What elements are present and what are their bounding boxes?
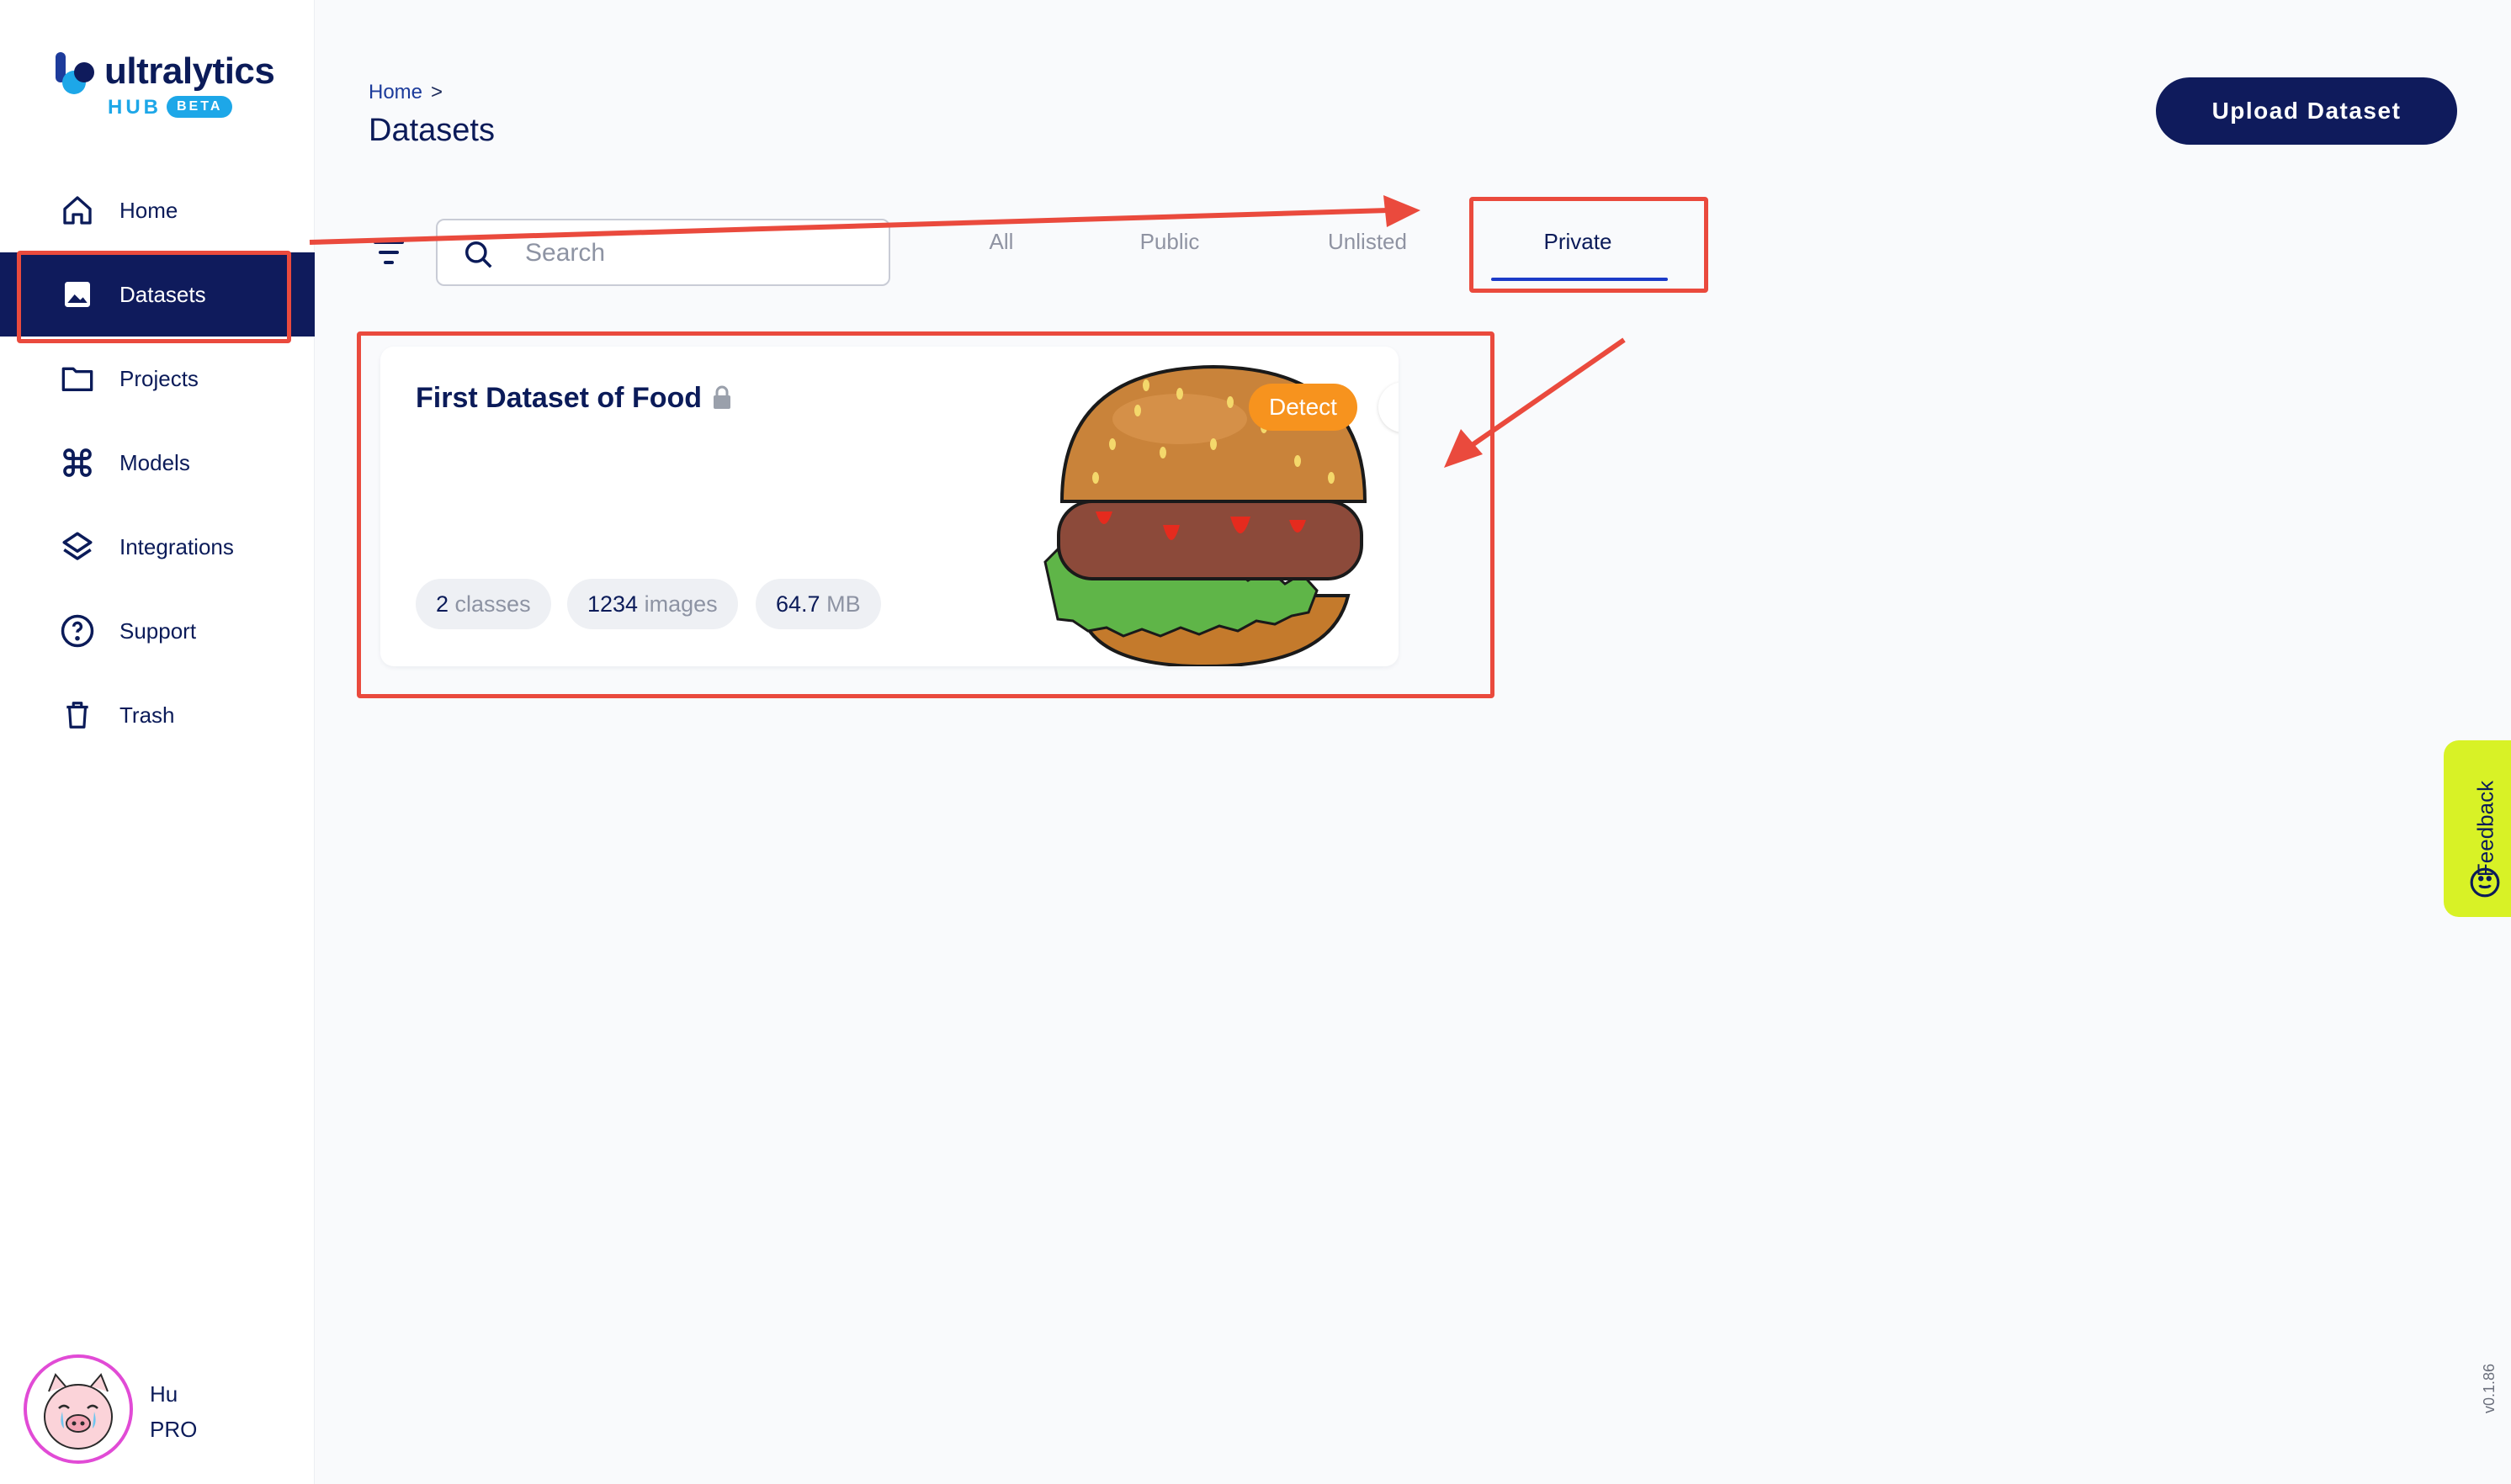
dataset-card[interactable]: First Dataset of Food 2 classes 1234 ima… bbox=[380, 347, 1399, 666]
sidebar-item-label: Home bbox=[119, 197, 178, 223]
breadcrumb-home-link[interactable]: Home bbox=[369, 81, 422, 103]
sidebar-item-label: Integrations bbox=[119, 533, 234, 559]
sidebar: ultralytics HUB BETA Home Datasets Proje… bbox=[0, 0, 315, 1484]
user-name: Hu bbox=[150, 1381, 178, 1407]
user-plan: PRO bbox=[150, 1417, 198, 1442]
lock-icon bbox=[714, 385, 730, 409]
feedback-label: Feedback bbox=[2472, 780, 2498, 877]
tab-all[interactable]: All bbox=[968, 229, 1035, 276]
tab-public[interactable]: Public bbox=[1119, 229, 1220, 276]
sidebar-item-label: Trash bbox=[119, 702, 175, 728]
filter-icon[interactable] bbox=[370, 236, 407, 269]
size-unit: MB bbox=[826, 591, 861, 617]
sidebar-item-label: Models bbox=[119, 449, 190, 475]
classes-count: 2 bbox=[436, 591, 449, 617]
annotation-arrow-to-card bbox=[1469, 337, 1626, 448]
images-unit: images bbox=[644, 591, 718, 617]
sidebar-item-integrations[interactable]: Integrations bbox=[0, 505, 315, 589]
active-tab-indicator bbox=[1491, 278, 1668, 281]
logo-wordmark: ultralytics bbox=[104, 50, 275, 92]
task-badge-detect: Detect bbox=[1249, 384, 1357, 431]
tab-unlisted[interactable]: Unlisted bbox=[1313, 229, 1422, 276]
images-count: 1234 bbox=[587, 591, 639, 617]
sidebar-item-label: Projects bbox=[119, 365, 199, 391]
annotation-arrowhead-private bbox=[1383, 195, 1420, 227]
logo-hub-text: HUB bbox=[108, 96, 162, 119]
classes-chip: 2 classes bbox=[416, 579, 551, 629]
breadcrumb: Home > bbox=[369, 81, 443, 104]
sidebar-item-trash[interactable]: Trash bbox=[0, 673, 315, 757]
size-chip: 64.7 MB bbox=[756, 579, 881, 629]
search-icon bbox=[465, 241, 492, 268]
app-version: v0.1.86 bbox=[2481, 1363, 2498, 1413]
ultralytics-logo[interactable]: ultralytics HUB BETA bbox=[50, 47, 278, 125]
beta-badge: BETA bbox=[167, 96, 233, 118]
layers-icon bbox=[59, 528, 96, 565]
image-icon bbox=[59, 276, 96, 313]
dataset-title: First Dataset of Food bbox=[416, 382, 703, 414]
sidebar-item-projects[interactable]: Projects bbox=[0, 337, 315, 421]
avatar[interactable] bbox=[24, 1354, 133, 1464]
annotation-arrows bbox=[309, 195, 1626, 468]
feedback-tab[interactable]: Feedback bbox=[2444, 740, 2511, 917]
sidebar-item-home[interactable]: Home bbox=[0, 168, 315, 252]
smile-icon bbox=[2470, 867, 2500, 898]
images-chip: 1234 images bbox=[567, 579, 738, 629]
trash-icon bbox=[59, 697, 96, 734]
command-icon bbox=[59, 444, 96, 481]
size-value: 64.7 bbox=[776, 591, 820, 617]
sidebar-item-support[interactable]: Support bbox=[0, 589, 315, 673]
tab-private[interactable]: Private bbox=[1506, 229, 1649, 276]
help-circle-icon bbox=[59, 612, 96, 649]
sidebar-item-label: Support bbox=[119, 617, 197, 644]
breadcrumb-separator: > bbox=[431, 81, 443, 103]
home-icon bbox=[59, 192, 96, 229]
search-input[interactable] bbox=[525, 236, 862, 271]
search-box[interactable] bbox=[436, 219, 890, 286]
sidebar-item-models[interactable]: Models bbox=[0, 421, 315, 505]
upload-dataset-button[interactable]: Upload Dataset bbox=[2156, 77, 2457, 145]
sidebar-item-label: Datasets bbox=[119, 281, 206, 307]
sidebar-item-datasets[interactable]: Datasets bbox=[0, 252, 315, 337]
ultralytics-logo-icon bbox=[56, 52, 94, 94]
page-title: Datasets bbox=[369, 113, 495, 148]
user-profile[interactable]: Hu PRO bbox=[24, 1354, 301, 1464]
classes-unit: classes bbox=[454, 591, 531, 617]
folder-icon bbox=[59, 360, 96, 397]
annotation-arrowhead-card bbox=[1444, 429, 1483, 468]
